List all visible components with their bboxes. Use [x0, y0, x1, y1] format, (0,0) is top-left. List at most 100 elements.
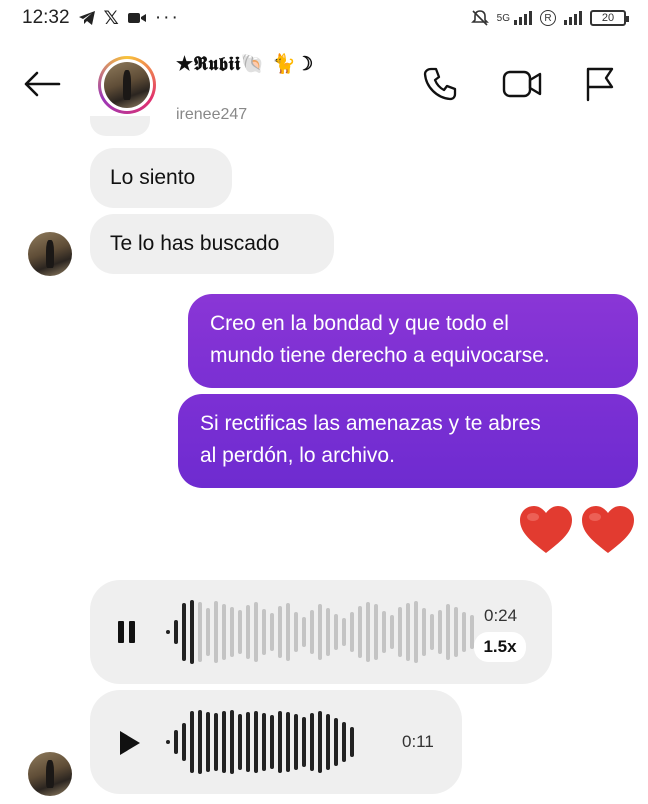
waveform-bar	[254, 711, 258, 773]
waveform-bar	[334, 718, 338, 766]
waveform-bar	[310, 713, 314, 771]
waveform-bar	[182, 603, 186, 661]
outgoing-message[interactable]: Si rectificas las amenazas y te abres al…	[178, 394, 638, 488]
contact-username: irenee247	[176, 106, 248, 123]
signal-icon-1	[514, 11, 532, 25]
waveform-bar	[246, 712, 250, 772]
audio-waveform[interactable]	[166, 596, 474, 668]
voice-message[interactable]: 0:24 1.5x	[90, 580, 552, 684]
waveform-bar	[262, 713, 266, 771]
waveform-bar	[334, 614, 338, 650]
waveform-bar	[350, 727, 354, 757]
waveform-bar	[414, 601, 418, 663]
sender-avatar[interactable]	[28, 752, 72, 796]
waveform-bar	[246, 605, 250, 659]
waveform-bar	[222, 604, 226, 660]
waveform-bar	[206, 712, 210, 772]
heart-icon	[520, 506, 572, 553]
voice-message[interactable]: 0:11	[90, 690, 462, 794]
waveform-bar	[214, 601, 218, 663]
more-notifications-icon: ···	[154, 7, 180, 28]
waveform-bar	[454, 607, 458, 657]
x-logo-icon: 𝕏	[103, 7, 119, 29]
message-text: Te lo has buscado	[110, 232, 280, 255]
waveform-bar	[182, 723, 186, 761]
telegram-icon	[78, 11, 95, 25]
waveform-bar	[350, 612, 354, 652]
message-text-line: mundo tiene derecho a equivocarse.	[210, 344, 550, 367]
waveform-bar	[214, 713, 218, 771]
waveform-bar	[326, 714, 330, 770]
waveform-bar	[326, 608, 330, 656]
waveform-bar	[358, 606, 362, 658]
waveform-bar	[390, 615, 394, 649]
phone-icon	[423, 67, 457, 101]
waveform-bar	[190, 711, 194, 773]
roaming-badge: R	[540, 10, 556, 26]
battery-level: 20	[601, 12, 615, 24]
waveform-bar	[230, 710, 234, 774]
arrow-left-icon	[24, 71, 61, 97]
waveform-bar	[318, 711, 322, 773]
waveform-bar	[198, 602, 202, 662]
waveform-bar	[270, 613, 274, 651]
waveform-bar	[342, 722, 346, 762]
message-text-line: al perdón, lo archivo.	[200, 444, 395, 467]
waveform-bar	[278, 606, 282, 658]
contact-avatar[interactable]	[98, 56, 156, 114]
waveform-bar	[166, 630, 170, 634]
previous-message-fragment	[90, 116, 150, 136]
incoming-message[interactable]: Lo siento	[90, 148, 232, 208]
heart-icon	[582, 506, 634, 553]
voice-duration: 0:24	[484, 606, 518, 625]
waveform-bar	[174, 620, 178, 644]
message-text-line: Creo en la bondad y que todo el	[210, 312, 509, 335]
waveform-bar	[270, 715, 274, 769]
waveform-bar	[430, 614, 434, 650]
video-call-button[interactable]	[500, 62, 544, 106]
audio-waveform[interactable]	[166, 706, 354, 778]
playback-speed-button[interactable]: 1.5x	[474, 632, 526, 662]
waveform-bar	[310, 610, 314, 654]
video-notification-icon	[127, 13, 146, 23]
status-bar: 12:32 𝕏 ··· 5G R 20	[0, 0, 648, 36]
waveform-bar	[398, 607, 402, 657]
waveform-bar	[342, 618, 346, 646]
message-text-line: Si rectificas las amenazas y te abres	[200, 412, 541, 435]
voice-duration: 0:11	[402, 732, 434, 751]
status-time: 12:32	[22, 7, 70, 28]
report-button[interactable]	[578, 62, 622, 106]
waveform-bar	[366, 602, 370, 662]
waveform-bar	[446, 604, 450, 660]
avatar-photo	[104, 62, 150, 108]
play-button[interactable]	[118, 730, 142, 756]
waveform-bar	[438, 610, 442, 654]
waveform-bar	[294, 714, 298, 770]
waveform-bar	[302, 617, 306, 647]
message-text: Lo siento	[110, 166, 196, 189]
contact-name[interactable]: ★𝕽𝖚𝖇𝖎𝖎🐚 🐈☽	[176, 52, 314, 75]
heart-emoji-message[interactable]	[518, 504, 636, 556]
back-button[interactable]	[22, 64, 62, 104]
waveform-bar	[382, 611, 386, 653]
pause-button[interactable]	[116, 620, 138, 644]
waveform-bar	[174, 730, 178, 754]
waveform-bar	[222, 711, 226, 773]
waveform-bar	[406, 603, 410, 661]
network-type: 5G	[496, 12, 510, 24]
incoming-message[interactable]: Te lo has buscado	[90, 214, 334, 274]
flag-icon	[586, 67, 614, 102]
waveform-bar	[302, 717, 306, 767]
pause-icon	[118, 621, 135, 643]
waveform-bar	[286, 712, 290, 772]
waveform-bar	[462, 612, 466, 652]
call-button[interactable]	[418, 62, 462, 106]
waveform-bar	[374, 604, 378, 660]
waveform-bar	[198, 710, 202, 774]
waveform-bar	[278, 711, 282, 773]
signal-icon-2	[564, 11, 582, 25]
outgoing-message[interactable]: Creo en la bondad y que todo el mundo ti…	[188, 294, 638, 388]
waveform-bar	[166, 740, 170, 744]
waveform-bar	[206, 608, 210, 656]
sender-avatar[interactable]	[28, 232, 72, 276]
